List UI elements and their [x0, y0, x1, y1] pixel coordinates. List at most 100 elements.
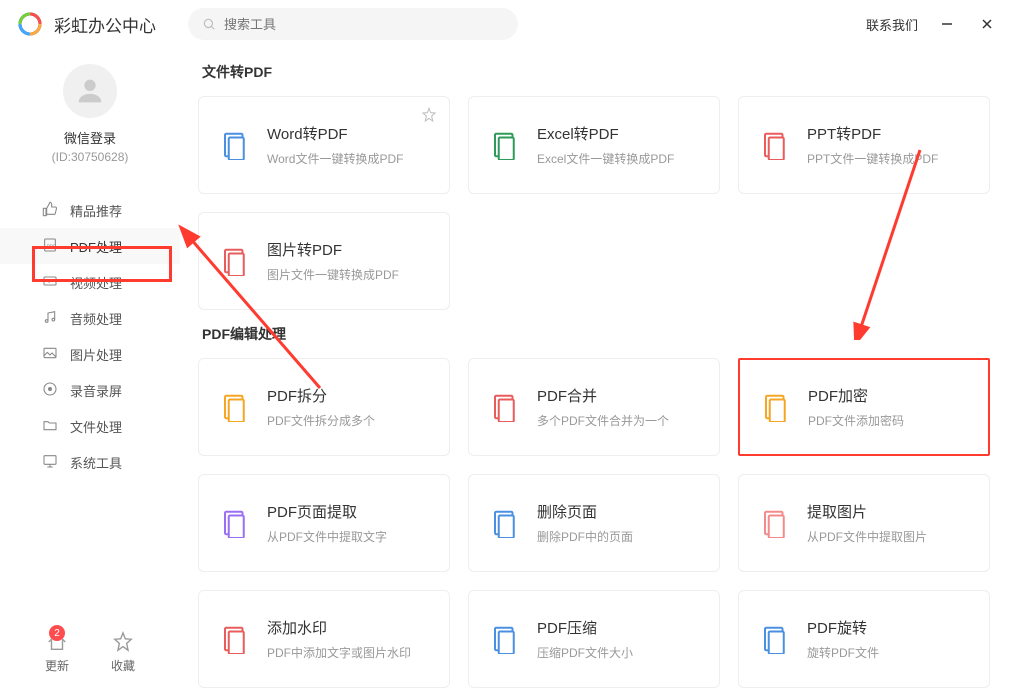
minimize-button[interactable]	[936, 13, 958, 35]
card-icon	[759, 623, 791, 655]
nav-item-4[interactable]: 图片处理	[0, 336, 180, 372]
pdf-icon: PDF	[42, 237, 58, 256]
tool-card[interactable]: PDF加密 PDF文件添加密码	[738, 358, 990, 456]
app-logo	[18, 12, 42, 36]
card-desc: PDF文件添加密码	[808, 412, 904, 429]
nav-item-label: 图片处理	[70, 345, 122, 364]
close-button[interactable]	[976, 13, 998, 35]
nav-item-0[interactable]: 精品推荐	[0, 192, 180, 228]
app-title: 彩虹办公中心	[54, 12, 156, 37]
tool-card[interactable]: Excel转PDF Excel文件一键转换成PDF	[468, 96, 720, 194]
card-icon	[219, 623, 251, 655]
card-grid: Word转PDF Word文件一键转换成PDF Excel转PDF Excel文…	[198, 96, 990, 310]
card-title: 提取图片	[807, 501, 927, 522]
nav-item-2[interactable]: 视频处理	[0, 264, 180, 300]
nav-item-label: 精品推荐	[70, 201, 122, 220]
search-icon	[202, 17, 216, 31]
card-title: Excel转PDF	[537, 123, 674, 144]
search-input[interactable]	[224, 17, 504, 32]
card-desc: PPT文件一键转换成PDF	[807, 150, 938, 167]
card-title: 图片转PDF	[267, 239, 399, 260]
recorder-icon	[42, 381, 58, 400]
card-desc: 多个PDF文件合并为一个	[537, 412, 669, 429]
tool-card[interactable]: 提取图片 从PDF文件中提取图片	[738, 474, 990, 572]
card-desc: Word文件一键转换成PDF	[267, 150, 403, 167]
search-box[interactable]	[188, 8, 518, 40]
nav-item-label: 音频处理	[70, 309, 122, 328]
nav-item-label: 文件处理	[70, 417, 122, 436]
nav-item-3[interactable]: 音频处理	[0, 300, 180, 336]
favorite-label: 收藏	[111, 657, 135, 674]
card-icon	[219, 245, 251, 277]
card-title: PDF旋转	[807, 617, 879, 638]
tool-card[interactable]: 删除页面 删除PDF中的页面	[468, 474, 720, 572]
card-title: Word转PDF	[267, 123, 403, 144]
card-icon	[759, 129, 791, 161]
tool-card[interactable]: PDF合并 多个PDF文件合并为一个	[468, 358, 720, 456]
tool-card[interactable]: 添加水印 PDF中添加文字或图片水印	[198, 590, 450, 688]
card-title: PDF合并	[537, 385, 669, 406]
card-icon	[760, 391, 792, 423]
nav-item-label: PDF处理	[70, 237, 122, 256]
bottom-bar: 2 更新 收藏	[0, 613, 180, 690]
card-desc: 图片文件一键转换成PDF	[267, 266, 399, 283]
nav-item-6[interactable]: 文件处理	[0, 408, 180, 444]
favorite-button[interactable]: 收藏	[111, 631, 135, 674]
card-desc: Excel文件一键转换成PDF	[537, 150, 674, 167]
card-icon	[489, 623, 521, 655]
card-title: 添加水印	[267, 617, 411, 638]
card-icon	[759, 507, 791, 539]
tool-card[interactable]: PDF旋转 旋转PDF文件	[738, 590, 990, 688]
svg-text:PDF: PDF	[47, 243, 56, 248]
update-badge: 2	[49, 625, 65, 641]
nav: 精品推荐 PDF PDF处理视频处理音频处理图片处理录音录屏文件处理系统工具	[0, 192, 180, 480]
tool-card[interactable]: Word转PDF Word文件一键转换成PDF	[198, 96, 450, 194]
thumbs-up-icon	[42, 201, 58, 220]
audio-icon	[42, 309, 58, 328]
video-icon	[42, 273, 58, 292]
card-desc: 压缩PDF文件大小	[537, 644, 633, 661]
card-title: PDF拆分	[267, 385, 375, 406]
update-button[interactable]: 2 更新	[45, 631, 69, 674]
card-desc: 从PDF文件中提取文字	[267, 528, 387, 545]
card-title: PDF加密	[808, 385, 904, 406]
section-title: 文件转PDF	[202, 62, 990, 82]
card-title: PDF页面提取	[267, 501, 387, 522]
card-desc: 从PDF文件中提取图片	[807, 528, 927, 545]
contact-us-link[interactable]: 联系我们	[866, 15, 918, 34]
card-title: 删除页面	[537, 501, 633, 522]
card-title: PDF压缩	[537, 617, 633, 638]
sidebar: 微信登录 (ID:30750628) 精品推荐 PDF PDF处理视频处理音频处理图…	[0, 48, 180, 690]
nav-item-5[interactable]: 录音录屏	[0, 372, 180, 408]
nav-item-label: 视频处理	[70, 273, 122, 292]
nav-item-1[interactable]: PDF PDF处理	[0, 228, 180, 264]
nav-item-7[interactable]: 系统工具	[0, 444, 180, 480]
section-title: PDF编辑处理	[202, 324, 990, 344]
tool-card[interactable]: PPT转PDF PPT文件一键转换成PDF	[738, 96, 990, 194]
nav-item-label: 录音录屏	[70, 381, 122, 400]
main-content: 文件转PDF Word转PDF Word文件一键转换成PDF Excel转PDF…	[180, 48, 1016, 690]
tool-card[interactable]: 图片转PDF 图片文件一键转换成PDF	[198, 212, 450, 310]
card-icon	[219, 129, 251, 161]
tool-card[interactable]: PDF页面提取 从PDF文件中提取文字	[198, 474, 450, 572]
card-icon	[489, 507, 521, 539]
header: 彩虹办公中心 联系我们	[0, 0, 1016, 48]
card-desc: PDF中添加文字或图片水印	[267, 644, 411, 661]
star-icon[interactable]	[421, 107, 437, 128]
tool-card[interactable]: PDF压缩 压缩PDF文件大小	[468, 590, 720, 688]
folder-icon	[42, 417, 58, 436]
card-icon	[489, 129, 521, 161]
card-grid: PDF拆分 PDF文件拆分成多个 PDF合并 多个PDF文件合并为一个 PDF加…	[198, 358, 990, 688]
tool-card[interactable]: PDF拆分 PDF文件拆分成多个	[198, 358, 450, 456]
card-desc: PDF文件拆分成多个	[267, 412, 375, 429]
avatar[interactable]	[63, 64, 117, 118]
card-title: PPT转PDF	[807, 123, 938, 144]
system-icon	[42, 453, 58, 472]
card-desc: 删除PDF中的页面	[537, 528, 633, 545]
login-label[interactable]: 微信登录	[64, 128, 116, 147]
update-label: 更新	[45, 657, 69, 674]
card-desc: 旋转PDF文件	[807, 644, 879, 661]
login-id: (ID:30750628)	[52, 150, 129, 164]
image-icon	[42, 345, 58, 364]
card-icon	[219, 507, 251, 539]
